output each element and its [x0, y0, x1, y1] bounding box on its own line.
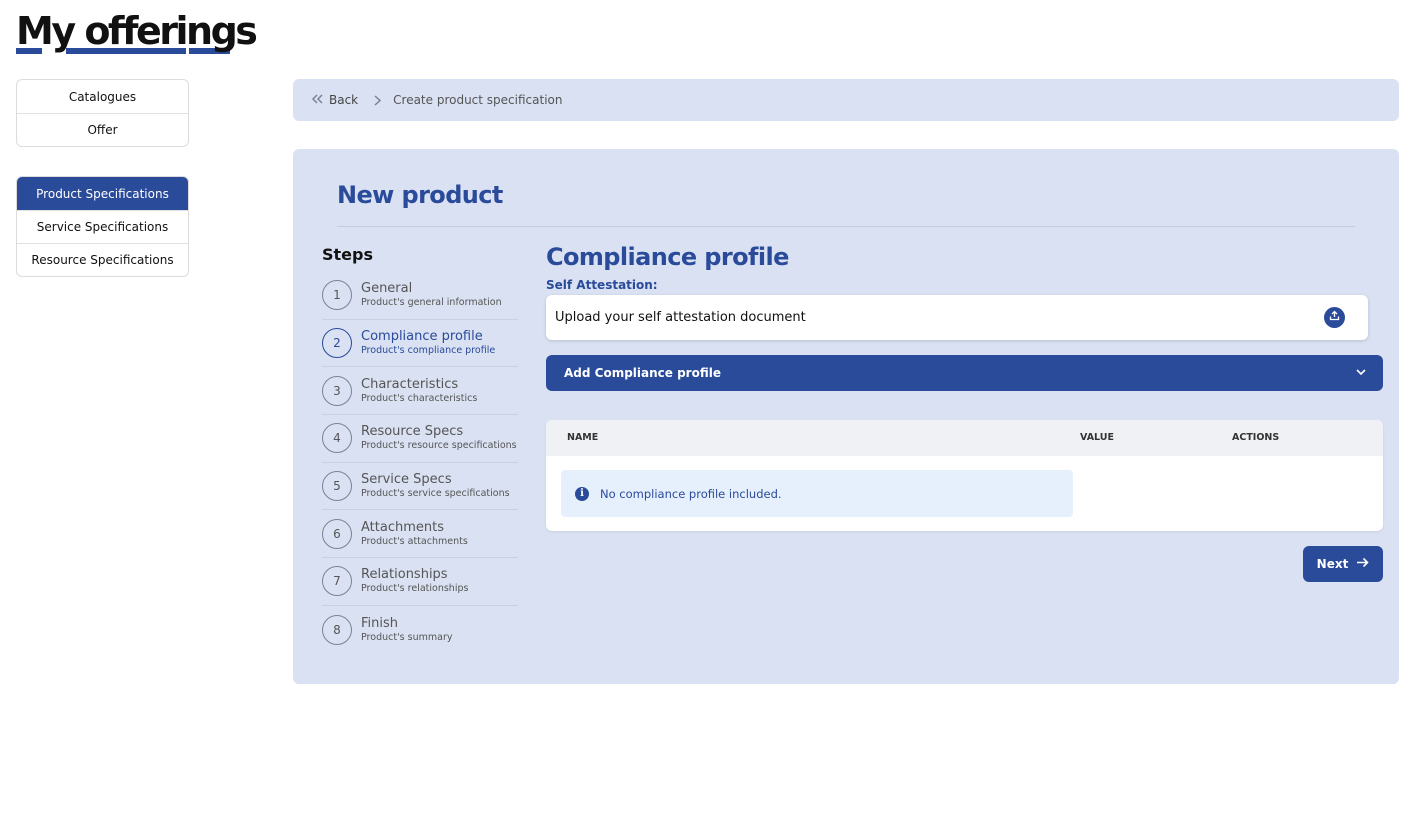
breadcrumb: Back Create product specification: [293, 79, 1399, 121]
step-label: Service Specs: [361, 472, 452, 488]
step-sub: Product's compliance profile: [361, 345, 496, 357]
accordion-label: Add Compliance profile: [564, 366, 721, 380]
step-label: Finish: [361, 615, 399, 631]
step-label: Compliance profile: [361, 329, 483, 345]
info-icon: i: [575, 486, 589, 501]
add-compliance-profile-toggle[interactable]: Add Compliance profile: [546, 355, 1383, 391]
upload-icon: [1329, 310, 1340, 325]
self-attestation-upload[interactable]: Upload your self attestation document: [546, 295, 1368, 340]
step-label: General: [361, 281, 413, 297]
step-number: 5: [322, 471, 352, 502]
next-label: Next: [1316, 557, 1349, 571]
steps-list: 1 General Product's general information 2…: [322, 272, 518, 654]
column-header-name: NAME: [567, 432, 599, 443]
step-general[interactable]: 1 General Product's general information: [322, 272, 518, 320]
nav-item-service-specifications[interactable]: Service Specifications: [17, 210, 188, 243]
panel-title: New product: [337, 181, 503, 209]
step-number: 7: [322, 566, 352, 597]
step-compliance-profile[interactable]: 2 Compliance profile Product's compliance…: [322, 320, 518, 368]
step-label: Relationships: [361, 567, 448, 583]
step-number: 6: [322, 518, 352, 549]
step-number: 4: [322, 423, 352, 454]
nav-group-catalogue: Catalogues Offer: [16, 79, 189, 147]
steps-title: Steps: [322, 245, 373, 264]
column-header-actions: ACTIONS: [1232, 432, 1280, 443]
title-word-offerings: offerings: [84, 9, 258, 53]
upload-button[interactable]: [1324, 307, 1345, 328]
step-sub: Product's relationships: [361, 583, 469, 595]
empty-state-text: No compliance profile included.: [600, 486, 782, 501]
title-word-my: My: [16, 9, 76, 53]
step-number: 1: [322, 280, 352, 311]
page-title: My offerings: [16, 8, 258, 56]
nav-item-offer[interactable]: Offer: [17, 113, 188, 146]
chevron-down-icon: [1355, 366, 1367, 381]
nav-group-specifications: Product Specifications Service Specifica…: [16, 176, 189, 277]
step-label: Resource Specs: [361, 424, 464, 440]
step-sub: Product's attachments: [361, 535, 468, 547]
nav-item-resource-specifications[interactable]: Resource Specifications: [17, 243, 188, 276]
step-sub: Product's resource specifications: [361, 440, 517, 452]
step-sub: Product's characteristics: [361, 392, 478, 404]
empty-state-message: i No compliance profile included.: [561, 470, 1073, 517]
step-number: 8: [322, 614, 352, 645]
step-characteristics[interactable]: 3 Characteristics Product's characteristi…: [322, 367, 518, 416]
step-resource-specs[interactable]: 4 Resource Specs Product's resource speci…: [322, 415, 518, 463]
main-panel: New product Steps 1 General Product's gen…: [293, 149, 1399, 684]
step-relationships[interactable]: 7 Relationships Product's relationships: [322, 558, 518, 606]
step-attachments[interactable]: 6 Attachments Product's attachments: [322, 510, 518, 559]
step-service-specs[interactable]: 5 Service Specs Product's service specifi…: [322, 463, 518, 511]
breadcrumb-current: Create product specification: [393, 93, 563, 107]
upload-text: Upload your self attestation document: [555, 310, 806, 325]
step-finish[interactable]: 8 Finish Product's summary: [322, 606, 518, 654]
step-sub: Product's general information: [361, 297, 502, 309]
nav-item-catalogues[interactable]: Catalogues: [17, 80, 188, 113]
back-label: Back: [329, 93, 359, 107]
step-sub: Product's summary: [361, 631, 453, 643]
arrow-right-icon: [1356, 557, 1369, 571]
step-sub: Product's service specifications: [361, 488, 510, 500]
chevron-right-icon: [374, 94, 382, 106]
step-label: Characteristics: [361, 376, 459, 392]
back-button[interactable]: Back: [311, 93, 358, 107]
step-label: Attachments: [361, 519, 444, 535]
column-header-value: VALUE: [1080, 432, 1114, 443]
panel-divider: [337, 226, 1355, 227]
next-button[interactable]: Next: [1303, 546, 1383, 582]
compliance-table: NAME VALUE ACTIONS i No compliance profi…: [546, 420, 1383, 531]
step-number: 2: [322, 328, 352, 359]
double-chevron-left-icon: [311, 93, 323, 107]
nav-item-product-specifications[interactable]: Product Specifications: [17, 177, 188, 210]
table-header: NAME VALUE ACTIONS: [546, 420, 1383, 456]
content-title: Compliance profile: [546, 243, 789, 271]
step-number: 3: [322, 375, 352, 406]
self-attestation-label: Self Attestation:: [546, 278, 658, 292]
page-title-text: My offerings: [16, 8, 258, 54]
